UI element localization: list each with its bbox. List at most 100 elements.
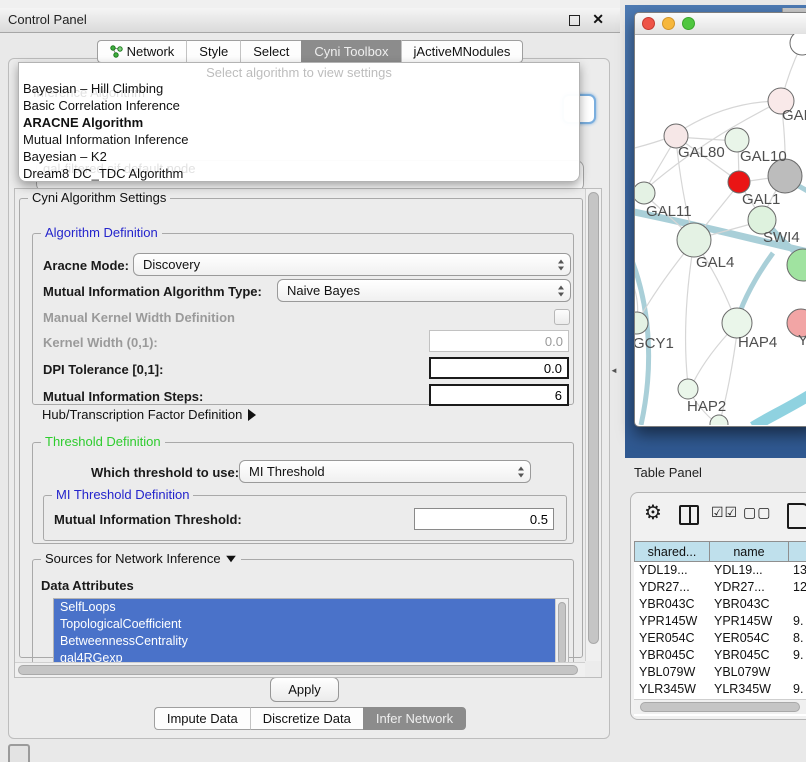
column-header-partial[interactable] — [788, 541, 806, 562]
settings-horizontal-scrollbar[interactable] — [15, 662, 585, 677]
which-threshold-value: MI Threshold — [249, 464, 325, 479]
table-cell[interactable]: YBR043C — [634, 596, 714, 613]
column-header-shared[interactable]: shared... — [634, 541, 710, 562]
which-threshold-select[interactable]: MI Threshold — [239, 460, 531, 483]
collapse-down-icon[interactable] — [226, 555, 236, 561]
node-hap2[interactable] — [678, 379, 698, 399]
dropdown-item-mutual-information[interactable]: Mutual Information Inference — [23, 131, 188, 148]
list-scrollbar[interactable] — [555, 599, 568, 669]
tab-jactivemnodules-label: jActiveMNodules — [414, 41, 511, 62]
table-cell[interactable]: YDL19... — [634, 562, 714, 579]
gear-icon[interactable]: ⚙ — [644, 500, 662, 525]
node-label: HAP4 — [738, 334, 777, 351]
tab-impute-data[interactable]: Impute Data — [154, 707, 250, 730]
table-cell[interactable]: YDR27... — [709, 579, 793, 596]
node-label: GAL11 — [646, 203, 692, 220]
table-cell[interactable]: YPR145W — [634, 613, 714, 630]
table-cell[interactable]: 8. — [788, 630, 806, 647]
table-cell[interactable]: 9. — [788, 681, 806, 698]
table-cell[interactable]: 13 — [788, 562, 806, 579]
aracne-mode-select[interactable]: Discovery — [133, 253, 571, 276]
edge-thick-cyan — [753, 393, 806, 425]
table-panel-title: Table Panel — [634, 465, 702, 480]
threshold-definition-title: Threshold Definition — [41, 434, 165, 449]
list-item[interactable]: BetweennessCentrality — [54, 633, 568, 650]
table-cell[interactable]: YBL079W — [634, 664, 714, 681]
column-header-name[interactable]: name — [709, 541, 789, 562]
network-graph-canvas[interactable]: GAL GAL80 GAL10 GAL1 GAL11 SWI4 GAL4 GCY… — [635, 34, 806, 425]
dropdown-item-aracne[interactable]: ARACNE Algorithm — [23, 114, 143, 131]
node-label: GAL10 — [740, 148, 787, 165]
kernel-width-field[interactable] — [429, 330, 569, 352]
tab-jactivemnodules[interactable]: jActiveMNodules — [401, 40, 524, 63]
mi-type-select[interactable]: Naive Bayes — [277, 279, 571, 302]
settings-hscrollbar-thumb[interactable] — [18, 665, 578, 675]
dropdown-item-dream8[interactable]: Dream8 DC_TDC Algorithm — [23, 165, 183, 182]
tab-cyni-toolbox[interactable]: Cyni Toolbox — [301, 40, 400, 63]
node-bottom[interactable] — [710, 415, 728, 425]
network-view-window[interactable]: GAL GAL80 GAL10 GAL1 GAL11 SWI4 GAL4 GCY… — [634, 12, 806, 427]
network-window-titlebar[interactable] — [635, 13, 806, 35]
mi-threshold-field[interactable] — [414, 508, 554, 530]
table-cell[interactable]: YLR345W — [634, 681, 714, 698]
columns-icon[interactable] — [679, 505, 699, 525]
tab-infer-network[interactable]: Infer Network — [363, 707, 466, 730]
checked-boxes-icon[interactable]: ☑☑ — [711, 504, 738, 521]
close-traffic-icon[interactable] — [642, 17, 655, 30]
table-cell[interactable]: YPR145W — [709, 613, 793, 630]
manual-kernel-checkbox[interactable] — [554, 309, 570, 325]
hub-definition-label: Hub/Transcription Factor Definition — [42, 407, 242, 422]
node-label: HAP2 — [687, 398, 726, 415]
dropdown-item-bayesian-k2[interactable]: Bayesian – K2 — [23, 148, 107, 165]
list-scrollbar-thumb[interactable] — [558, 602, 566, 664]
table-cell[interactable]: YBR045C — [634, 647, 714, 664]
table-cell[interactable]: YDR27... — [634, 579, 714, 596]
table-cell[interactable]: YBR043C — [709, 596, 793, 613]
tab-discretize-data[interactable]: Discretize Data — [250, 707, 363, 730]
table-cell[interactable] — [788, 664, 806, 681]
table-hscrollbar-thumb[interactable] — [640, 702, 800, 712]
table-horizontal-scrollbar[interactable] — [634, 699, 806, 714]
dpi-tolerance-field[interactable] — [429, 357, 569, 379]
panel-collapse-handle[interactable]: ◄ — [610, 366, 618, 375]
settings-vertical-scrollbar[interactable] — [585, 189, 601, 661]
mi-type-value: Naive Bayes — [287, 283, 360, 298]
minimize-traffic-icon[interactable] — [662, 17, 675, 30]
table-cell[interactable]: YBR045C — [709, 647, 793, 664]
table-cell[interactable]: 12 — [788, 579, 806, 596]
hub-definition-expander[interactable]: Hub/Transcription Factor Definition — [42, 407, 256, 422]
node-label: GAL4 — [696, 254, 734, 271]
list-item[interactable]: TopologicalCoefficient — [54, 616, 568, 633]
tab-select[interactable]: Select — [240, 40, 301, 63]
apply-button[interactable]: Apply — [270, 677, 339, 702]
node-gal4[interactable] — [677, 223, 711, 257]
unchecked-boxes-icon[interactable]: ▢▢ — [743, 504, 771, 521]
algorithm-definition-title: Algorithm Definition — [41, 225, 162, 240]
table-cell[interactable]: YER054C — [634, 630, 714, 647]
list-item[interactable]: SelfLoops — [54, 599, 568, 616]
zoom-traffic-icon[interactable] — [682, 17, 695, 30]
node-partial-top[interactable] — [790, 34, 806, 55]
function-builder-icon[interactable] — [787, 503, 806, 529]
node-gal1-red[interactable] — [728, 171, 750, 193]
table-cell[interactable]: YLR345W — [709, 681, 793, 698]
mi-steps-field[interactable] — [429, 384, 569, 406]
close-icon[interactable]: ✕ — [592, 11, 604, 28]
float-window-icon[interactable] — [569, 15, 580, 26]
data-attributes-list[interactable]: SelfLoops TopologicalCoefficient Between… — [53, 598, 569, 670]
dropdown-item-basic-correlation[interactable]: Basic Correlation Inference — [23, 97, 180, 114]
tab-network[interactable]: Network — [97, 40, 187, 63]
table-cell[interactable]: YBL079W — [709, 664, 793, 681]
settings-vscrollbar-thumb[interactable] — [588, 192, 599, 644]
tab-discretize-data-label: Discretize Data — [263, 708, 351, 729]
node-gal11[interactable] — [635, 182, 655, 204]
table-cell[interactable]: YDL19... — [709, 562, 793, 579]
table-cell[interactable]: 9. — [788, 647, 806, 664]
table-cell[interactable] — [788, 596, 806, 613]
table-cell[interactable]: 9. — [788, 613, 806, 630]
node-green-right[interactable] — [787, 249, 806, 281]
dock-panel-icon[interactable] — [8, 744, 30, 762]
tab-style[interactable]: Style — [186, 40, 240, 63]
dropdown-item-bayesian-hill-climbing[interactable]: Bayesian – Hill Climbing — [23, 80, 163, 97]
table-cell[interactable]: YER054C — [709, 630, 793, 647]
